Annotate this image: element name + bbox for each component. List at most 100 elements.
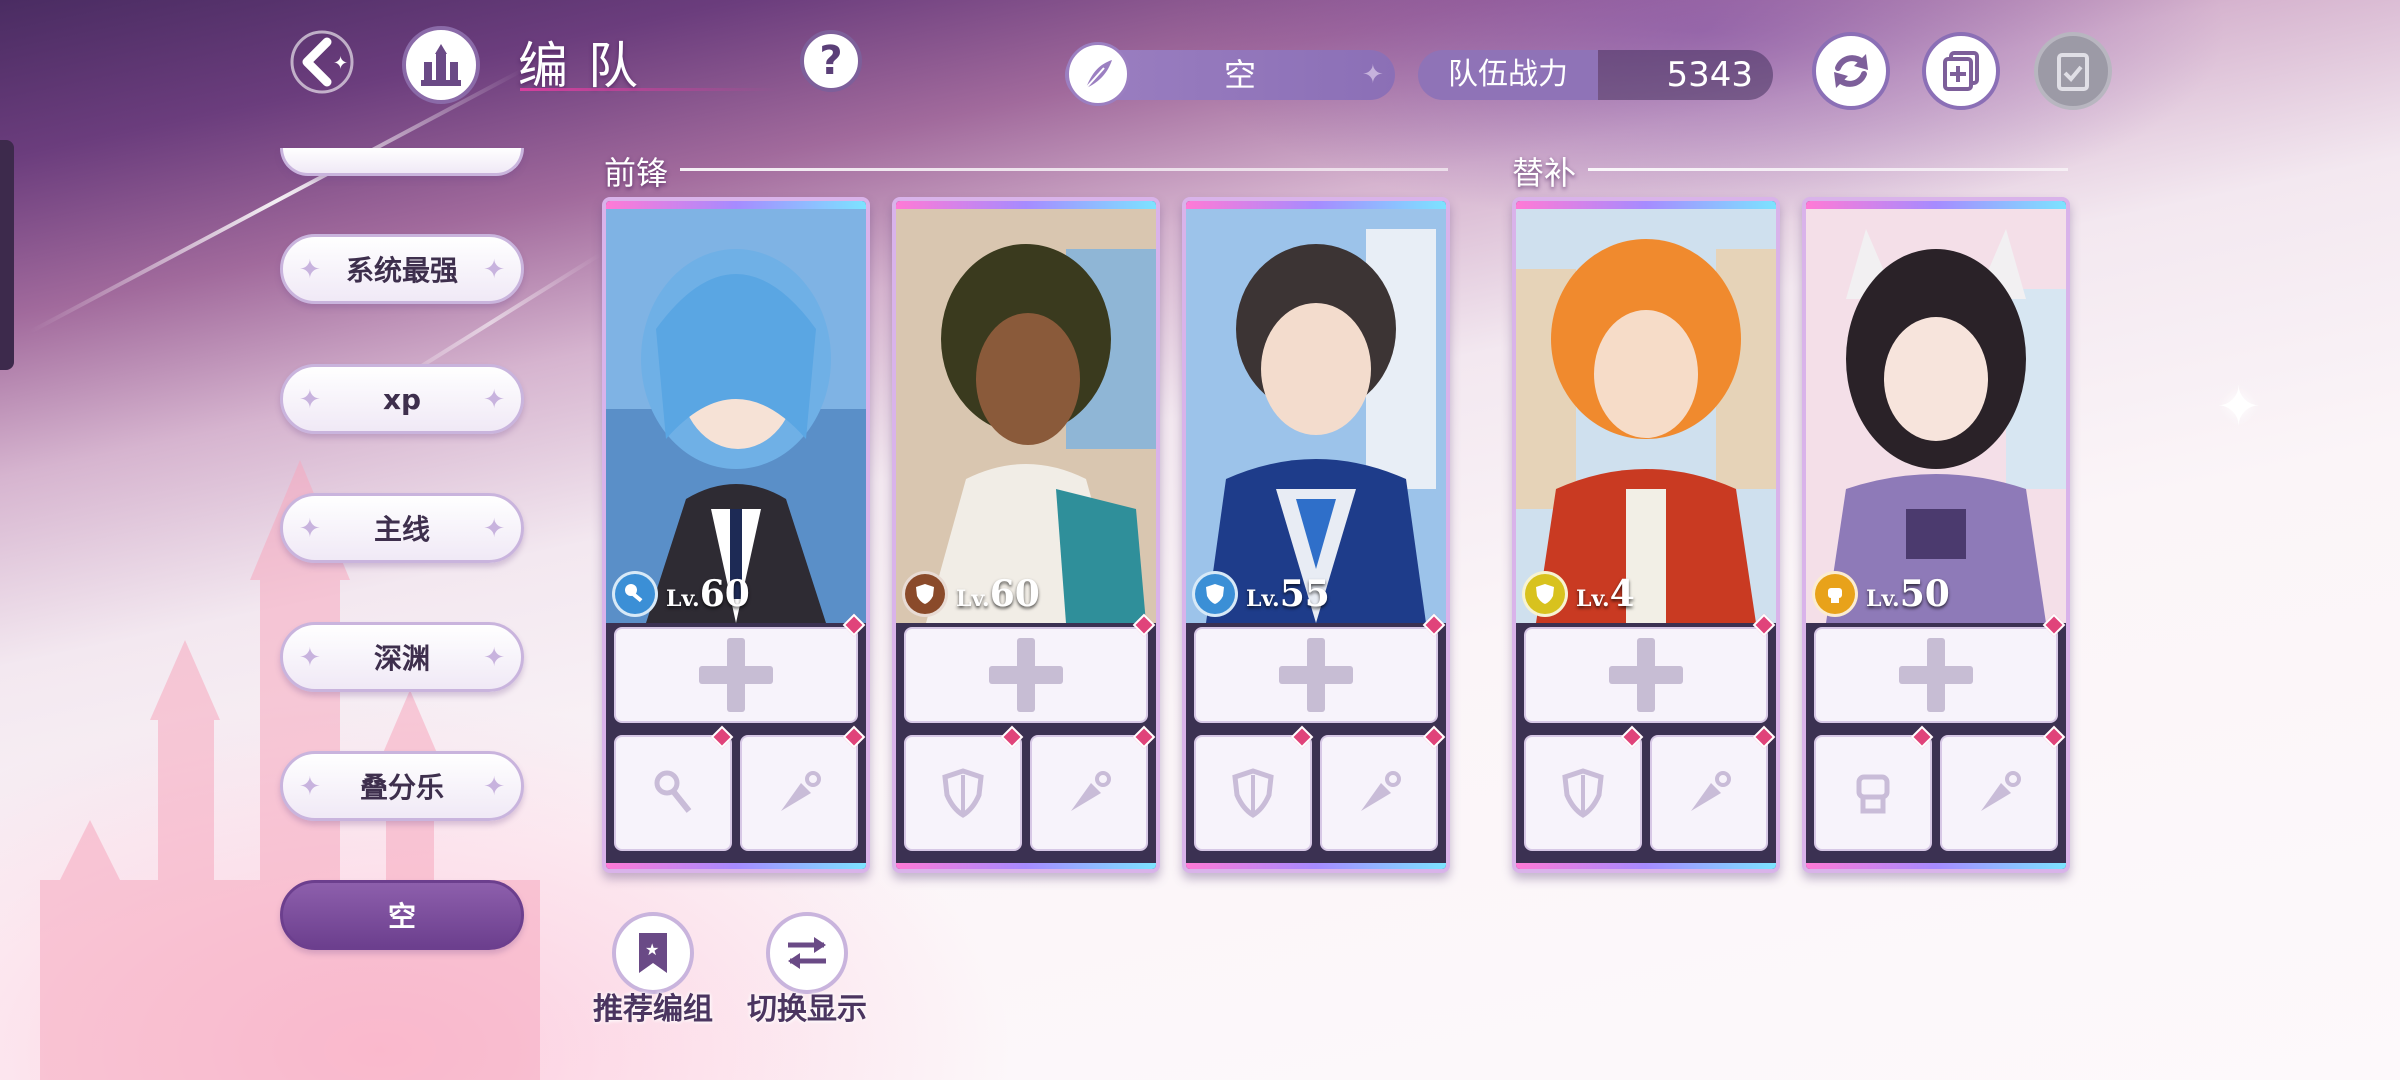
card-rarity-bar xyxy=(1186,201,1446,209)
add-equipment-slot[interactable] xyxy=(614,627,858,723)
sidebar-item-xp[interactable]: ✦ xp ✦ xyxy=(280,364,524,434)
copy-team-button[interactable] xyxy=(1922,32,2000,110)
level-display: Lv.60 xyxy=(902,566,1040,622)
sidebar-item-label: xp xyxy=(382,382,422,416)
home-button[interactable] xyxy=(402,26,480,104)
sidebar-item-main-story[interactable]: ✦ 主线 ✦ xyxy=(280,493,524,563)
svg-text:★: ★ xyxy=(645,940,659,959)
level-prefix: Lv. xyxy=(956,586,990,612)
equipment-slot-right[interactable] xyxy=(1940,735,2058,851)
clipboard-check-icon xyxy=(2057,53,2089,91)
level-display: Lv.55 xyxy=(1192,566,1330,622)
plus-icon xyxy=(989,638,1063,712)
sidebar-item-label: 深渊 xyxy=(373,642,430,675)
level-prefix: Lv. xyxy=(1866,586,1900,612)
character-card[interactable]: Lv.50 xyxy=(1802,197,2070,873)
kunai-icon xyxy=(1361,771,1401,811)
star-icon: ✦ xyxy=(299,514,321,544)
key-icon xyxy=(654,770,692,813)
shield-icon xyxy=(1192,571,1238,617)
add-equipment-slot[interactable] xyxy=(1194,627,1438,723)
star-icon: ✦ xyxy=(299,772,321,802)
equipment-slot-left[interactable] xyxy=(1194,735,1312,851)
character-portrait xyxy=(606,209,866,623)
star-icon: ✦ xyxy=(1362,60,1384,90)
help-button[interactable]: ? xyxy=(800,30,862,92)
character-portrait xyxy=(1806,209,2066,623)
card-rarity-bar xyxy=(1806,201,2066,209)
recommend-team-button[interactable]: ★ 推荐编组 xyxy=(593,912,713,1027)
level-prefix: Lv. xyxy=(666,586,700,612)
refresh-icon xyxy=(1834,54,1868,88)
section-divider xyxy=(680,168,1448,171)
equipment-slot-right[interactable] xyxy=(1650,735,1768,851)
equipment-area xyxy=(896,613,1156,863)
team-power-value: 5343 xyxy=(1598,50,1773,100)
shield-icon xyxy=(1232,768,1274,818)
kunai-icon xyxy=(781,771,821,811)
equipment-area xyxy=(606,613,866,863)
level-prefix: Lv. xyxy=(1246,586,1280,612)
star-icon: ✦ xyxy=(299,643,321,673)
shield-icon xyxy=(1562,768,1604,818)
svg-text:✦: ✦ xyxy=(333,53,348,74)
equipment-slot-right[interactable] xyxy=(1320,735,1438,851)
paste-team-button[interactable] xyxy=(2034,32,2112,110)
sidebar-item-stack-score[interactable]: ✦ 叠分乐 ✦ xyxy=(280,751,524,821)
level-value: 60 xyxy=(989,573,1040,615)
fist-icon xyxy=(1812,571,1858,617)
shield-icon xyxy=(902,571,948,617)
switch-display-button[interactable]: 切换显示 xyxy=(747,912,867,1027)
sidebar-item-label: 叠分乐 xyxy=(359,771,444,804)
equipment-area xyxy=(1806,613,2066,863)
level-value: 60 xyxy=(699,573,750,615)
refresh-button[interactable] xyxy=(1812,32,1890,110)
equipment-slot-right[interactable] xyxy=(1030,735,1148,851)
feather-icon[interactable] xyxy=(1066,42,1130,106)
swap-arrows-icon xyxy=(788,937,826,969)
team-power-label: 队伍战力 xyxy=(1418,50,1598,100)
equipment-slot-left[interactable] xyxy=(614,735,732,851)
shield-icon xyxy=(942,768,984,818)
sidebar-item-partial[interactable] xyxy=(280,148,524,176)
star-icon: ✦ xyxy=(299,385,321,415)
star-icon: ✦ xyxy=(483,643,505,673)
level-display: Lv.60 xyxy=(612,566,750,622)
section-front-label: 前锋 xyxy=(604,154,669,192)
sparkle-icon: ✦ xyxy=(2216,375,2262,438)
equipment-area xyxy=(1516,613,1776,863)
equipment-slot-left[interactable] xyxy=(1524,735,1642,851)
star-icon: ✦ xyxy=(483,772,505,802)
back-button[interactable]: ✦ xyxy=(282,22,362,102)
equipment-slot-left[interactable] xyxy=(1814,735,1932,851)
add-equipment-slot[interactable] xyxy=(1814,627,2058,723)
sidebar-item-system-strongest[interactable]: ✦ 系统最强 ✦ xyxy=(280,234,524,304)
castle-home-icon xyxy=(421,44,461,86)
kunai-icon xyxy=(1071,771,1111,811)
add-equipment-slot[interactable] xyxy=(1524,627,1768,723)
character-card[interactable]: Lv.55 xyxy=(1182,197,1450,873)
sidebar-item-abyss[interactable]: ✦ 深渊 ✦ xyxy=(280,622,524,692)
section-divider xyxy=(1588,168,2068,171)
sidebar-item-label: 系统最强 xyxy=(345,254,458,287)
star-icon: ✦ xyxy=(483,385,505,415)
equipment-slot-right[interactable] xyxy=(740,735,858,851)
sidebar-item-empty[interactable]: 空 xyxy=(280,880,524,950)
star-icon: ✦ xyxy=(483,255,505,285)
character-portrait xyxy=(1186,209,1446,623)
character-card[interactable]: Lv.4 xyxy=(1512,197,1780,873)
character-card[interactable]: Lv.60 xyxy=(892,197,1160,873)
section-bench-label: 替补 xyxy=(1512,154,1577,192)
recommend-team-label: 推荐编组 xyxy=(593,992,713,1027)
equipment-slot-left[interactable] xyxy=(904,735,1022,851)
add-equipment-slot[interactable] xyxy=(904,627,1148,723)
sidebar-item-label: 主线 xyxy=(373,513,430,546)
key-icon xyxy=(612,571,658,617)
character-card[interactable]: Lv.60 xyxy=(602,197,870,873)
bookmark-star-icon: ★ xyxy=(639,933,667,973)
team-name-text: 空 xyxy=(1223,56,1256,94)
level-value: 50 xyxy=(1899,573,1950,615)
level-value: 55 xyxy=(1279,573,1330,615)
plus-icon xyxy=(699,638,773,712)
character-portrait xyxy=(1516,209,1776,623)
